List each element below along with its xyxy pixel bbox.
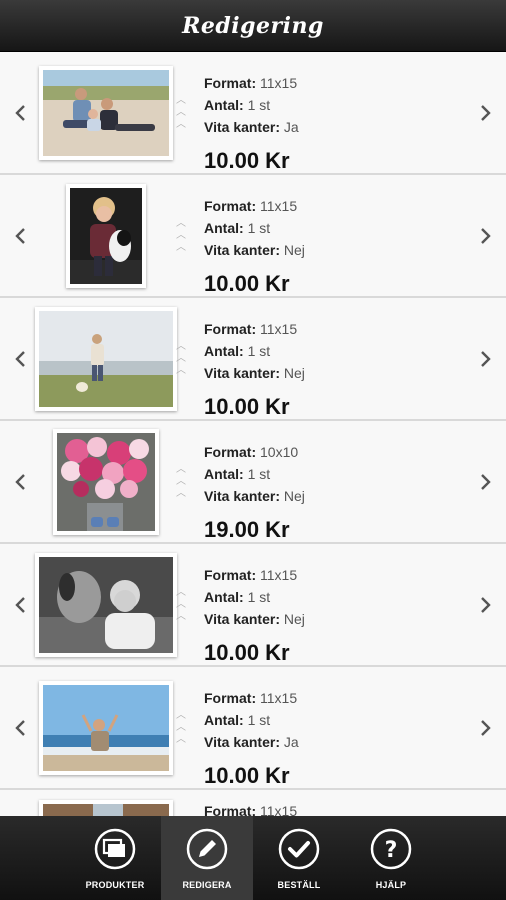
quantity-value: 1 st [247,97,271,113]
chevron-right-icon[interactable] [472,93,500,133]
format-value: 11x15 [260,321,298,337]
chevron-right-icon[interactable] [472,708,500,748]
list-item: ︿ ︿ ︿ Format: 11x15 Antal: 1 st Vita kante… [0,544,506,667]
page-title: Redigering [182,12,324,39]
price: 10.00 Kr [204,763,290,788]
photo-thumbnail[interactable] [39,680,173,775]
format-value: 11x15 [260,198,298,214]
tab-redigera[interactable]: REDIGERA [161,816,253,900]
quantity-value: 1 st [247,220,271,236]
photo-thumbnail[interactable] [66,183,146,288]
chevron-left-icon[interactable] [6,339,34,379]
price: 10.00 Kr [204,271,290,296]
order-list[interactable]: ︿ ︿ ︿ Format: 11x15 Antal: 1 st Vita kante… [0,52,506,816]
format-value: 11x15 [260,803,298,816]
photo-girl-with-dog-bw [39,556,173,653]
list-item: ︿ ︿ ︿ Format: 11x15 Antal: 1 st Vita kante… [0,175,506,298]
question-icon: ? [370,828,412,870]
photo-thumbnail[interactable] [53,428,159,535]
list-item: ︿ ︿ ︿ Format: 10x10 Antal: 1 st Vita kante… [0,421,506,544]
white-border-value: Nej [283,488,305,504]
tab-label: REDIGERA [182,880,232,890]
format-value: 10x10 [260,444,299,460]
list-item: ︿ ︿ ︿ Format: 11x15 Antal: 1 st Vita kante… [0,667,506,790]
tab-label: BESTÄLL [277,880,321,890]
tab-label: HJÄLP [375,880,407,890]
chevron-right-icon[interactable] [472,216,500,256]
photo-thumbnail[interactable] [35,552,177,657]
white-border-value: Ja [283,734,299,750]
white-border-value: Ja [283,119,299,135]
chevron-right-icon[interactable] [472,585,500,625]
list-item: Format: 11x15 [0,790,506,816]
tab-label: PRODUKTER [85,880,145,890]
stack-icon [94,828,136,870]
list-item: ︿ ︿ ︿ Format: 11x15 Antal: 1 st Vita kante… [0,52,506,175]
photo-child-with-dog [70,187,142,284]
pencil-icon [186,828,228,870]
price: 19.00 Kr [204,517,290,542]
tab-bestall[interactable]: BESTÄLL [253,816,345,900]
quantity-value: 1 st [247,343,271,359]
chevron-left-icon[interactable] [6,216,34,256]
photo-family-beach [43,69,169,156]
svg-text:?: ? [385,838,398,863]
price: 10.00 Kr [204,394,290,419]
tab-hjalp[interactable]: ? HJÄLP [345,816,437,900]
format-value: 11x15 [260,690,298,706]
quantity-value: 1 st [247,589,271,605]
photo-thumbnail[interactable] [39,800,173,816]
checkmark-icon [278,828,320,870]
white-border-value: Nej [283,611,305,627]
drag-handle[interactable]: ︿ ︿ ︿ [176,587,186,621]
list-item: ︿ ︿ ︿ Format: 11x15 Antal: 1 st Vita kante… [0,298,506,421]
white-border-value: Nej [283,365,305,381]
bottom-tab-bar: PRODUKTER REDIGERA BESTÄLL ? HJÄLP [0,816,506,900]
drag-handle[interactable]: ︿ ︿ ︿ [176,95,186,129]
quantity-value: 1 st [247,712,271,728]
chevron-left-icon[interactable] [6,708,34,748]
drag-handle[interactable]: ︿ ︿ ︿ [176,464,186,498]
tab-produkter[interactable]: PRODUKTER [69,816,161,900]
photo-woman-meadow [39,310,173,407]
chevron-right-icon[interactable] [472,339,500,379]
format-value: 11x15 [260,567,298,583]
photo-woman-seaside [43,684,169,771]
chevron-left-icon[interactable] [6,462,34,502]
drag-handle[interactable]: ︿ ︿ ︿ [176,218,186,252]
chevron-right-icon[interactable] [472,462,500,502]
chevron-left-icon[interactable] [6,585,34,625]
price: 10.00 Kr [204,640,290,665]
format-value: 11x15 [260,75,298,91]
chevron-left-icon[interactable] [6,93,34,133]
photo-partial [43,804,169,816]
photo-flowers-square [57,432,155,531]
quantity-value: 1 st [247,466,271,482]
price: 10.00 Kr [204,148,290,173]
drag-handle[interactable]: ︿ ︿ ︿ [176,341,186,375]
drag-handle[interactable]: ︿ ︿ ︿ [176,710,186,744]
photo-thumbnail[interactable] [39,65,173,160]
photo-thumbnail[interactable] [35,306,177,411]
app-header: Redigering [0,0,506,52]
white-border-value: Nej [283,242,305,258]
